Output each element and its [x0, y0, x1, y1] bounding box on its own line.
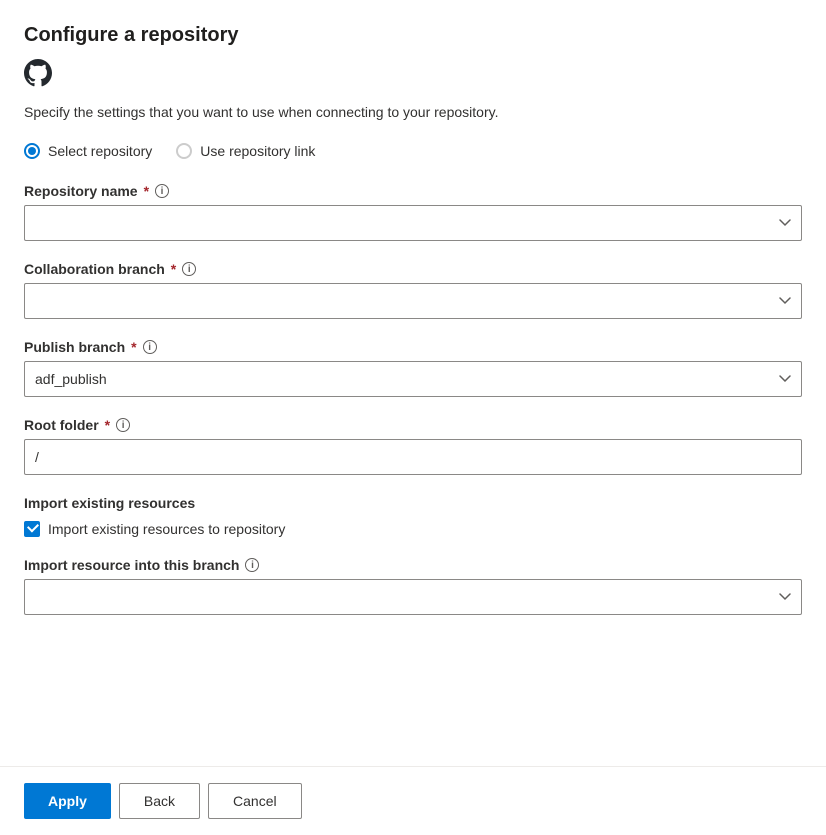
repository-name-select[interactable] [24, 205, 802, 241]
publish-branch-select[interactable]: adf_publish [24, 361, 802, 397]
collaboration-branch-label: Collaboration branch * i [24, 261, 802, 277]
collaboration-branch-select[interactable] [24, 283, 802, 319]
publish-branch-group: Publish branch * i adf_publish [24, 339, 802, 397]
collaboration-branch-group: Collaboration branch * i [24, 261, 802, 319]
repository-name-group: Repository name * i [24, 183, 802, 241]
info-icon-repo[interactable]: i [155, 184, 169, 198]
import-checkbox-label[interactable]: Import existing resources to repository [48, 521, 285, 537]
required-star-publish: * [131, 339, 136, 355]
import-section-title: Import existing resources [24, 495, 802, 511]
root-folder-group: Root folder * i [24, 417, 802, 475]
use-repository-link-label: Use repository link [200, 143, 315, 159]
required-star-collab: * [171, 261, 176, 277]
info-icon-import-branch[interactable]: i [245, 558, 259, 572]
description: Specify the settings that you want to us… [24, 102, 802, 123]
info-icon-publish[interactable]: i [143, 340, 157, 354]
root-folder-label: Root folder * i [24, 417, 802, 433]
required-star-root: * [105, 417, 110, 433]
publish-branch-label: Publish branch * i [24, 339, 802, 355]
cancel-button[interactable]: Cancel [208, 783, 302, 819]
use-repository-link-radio[interactable] [176, 143, 192, 159]
select-repository-option[interactable]: Select repository [24, 143, 152, 159]
import-checkbox-group: Import existing resources to repository [24, 521, 802, 537]
select-repository-label: Select repository [48, 143, 152, 159]
footer: Apply Back Cancel [24, 767, 802, 835]
required-star-repo: * [144, 183, 149, 199]
import-section: Import existing resources Import existin… [24, 495, 802, 537]
content-area: Configure a repository Specify the setti… [24, 24, 802, 766]
import-branch-label: Import resource into this branch i [24, 557, 802, 573]
repository-name-label: Repository name * i [24, 183, 802, 199]
page-title: Configure a repository [24, 24, 802, 47]
info-icon-root[interactable]: i [116, 418, 130, 432]
import-branch-select[interactable] [24, 579, 802, 615]
root-folder-input[interactable] [24, 439, 802, 475]
github-icon [24, 59, 802, 90]
info-icon-collab[interactable]: i [182, 262, 196, 276]
select-repository-radio[interactable] [24, 143, 40, 159]
import-checkbox[interactable] [24, 521, 40, 537]
use-repository-link-option[interactable]: Use repository link [176, 143, 315, 159]
page-container: Configure a repository Specify the setti… [0, 0, 826, 835]
import-branch-group: Import resource into this branch i [24, 557, 802, 615]
apply-button[interactable]: Apply [24, 783, 111, 819]
back-button[interactable]: Back [119, 783, 200, 819]
radio-group: Select repository Use repository link [24, 143, 802, 159]
